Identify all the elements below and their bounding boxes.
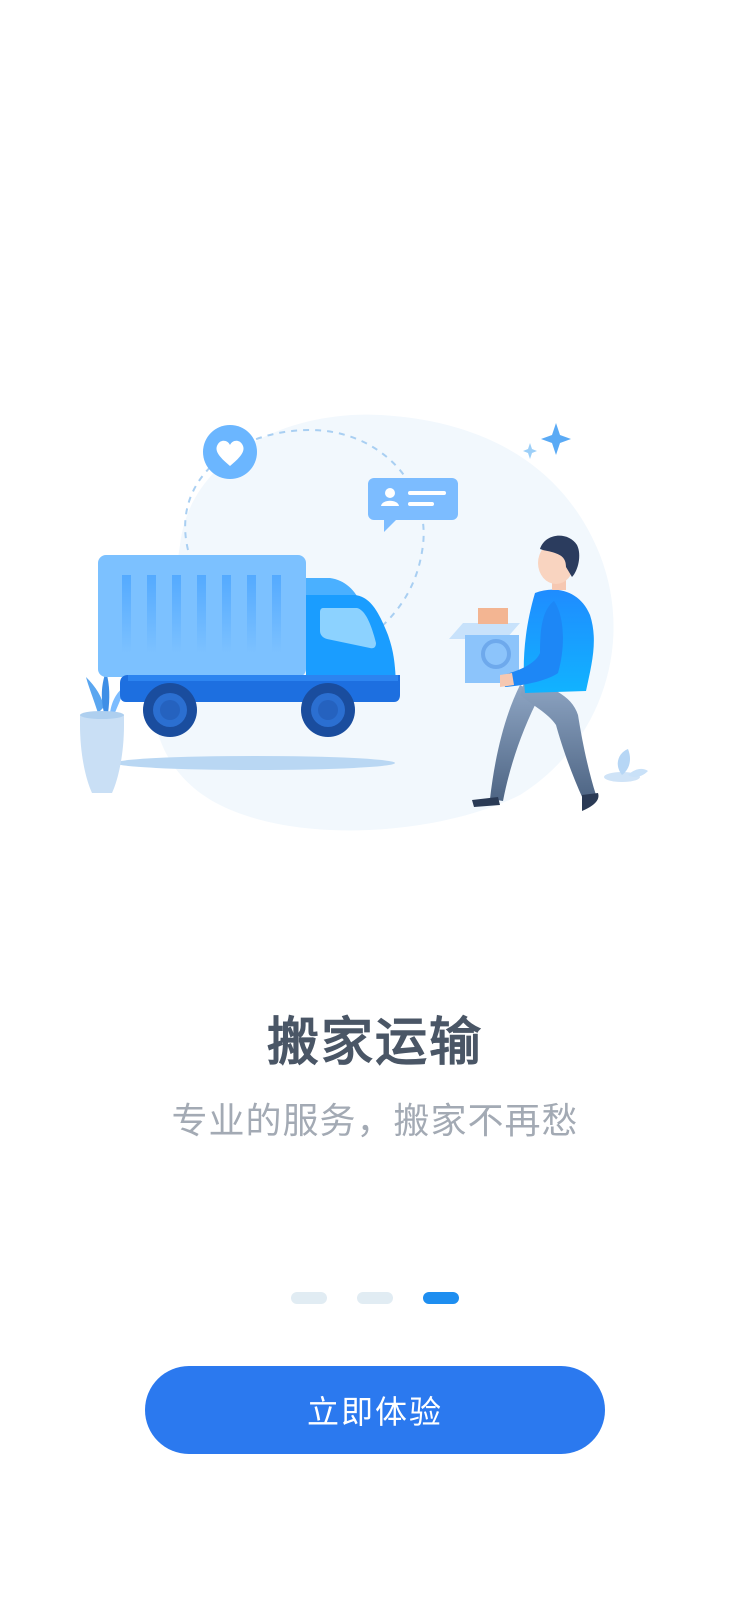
plant-pot-icon: [80, 671, 126, 793]
try-now-button[interactable]: 立即体验: [145, 1366, 605, 1454]
leaf-icon: [604, 749, 648, 782]
onboarding-screen: 搬家运输 专业的服务，搬家不再愁 立即体验: [0, 0, 750, 1624]
page-title: 搬家运输: [266, 1013, 483, 1073]
page-dot-2[interactable]: [357, 1292, 393, 1304]
page-subtitle: 专业的服务，搬家不再愁: [171, 1101, 579, 1142]
truck-shadow: [115, 756, 395, 770]
page-dot-1[interactable]: [291, 1292, 327, 1304]
page-dot-3-active[interactable]: [423, 1292, 459, 1304]
page-indicator: [0, 1292, 750, 1304]
sparkle-icon: [523, 423, 571, 459]
heart-icon: [203, 425, 257, 479]
moving-illustration: [80, 414, 648, 831]
